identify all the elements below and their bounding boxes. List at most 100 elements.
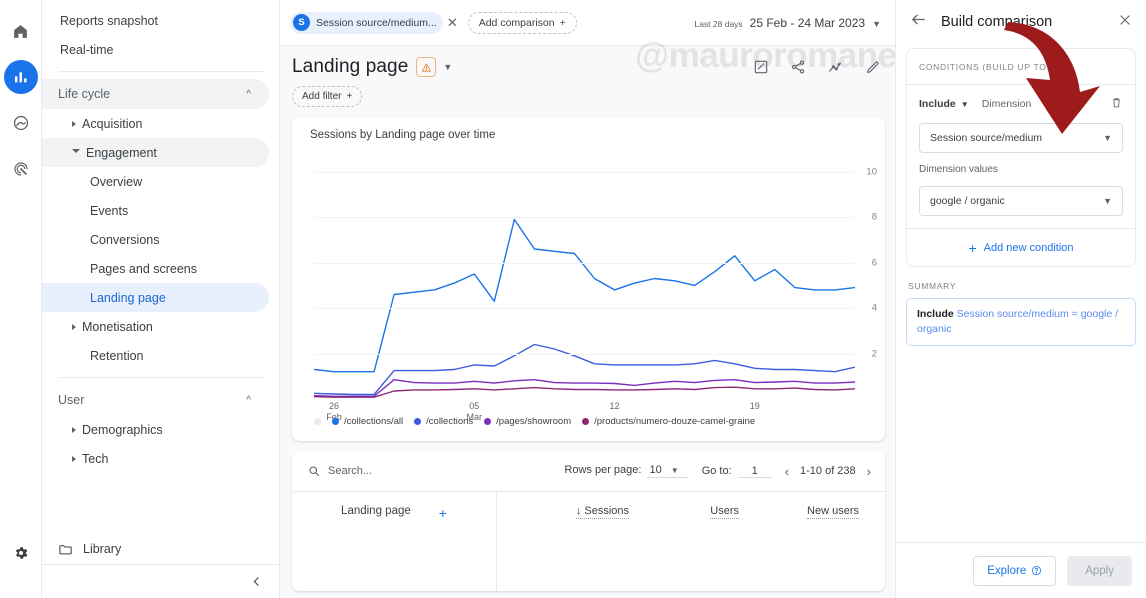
sidebar-item-reports-snapshot[interactable]: Reports snapshot (42, 6, 269, 35)
sidebar-group-label: User (58, 393, 85, 407)
collapse-navigation-button[interactable] (42, 564, 279, 598)
sidebar-item-events[interactable]: Events (42, 196, 269, 225)
table-column-avg-engagement-time[interactable]: Averag engagemen time pe sessio (859, 505, 885, 591)
add-comparison-label: Add comparison (478, 16, 555, 29)
warning-triangle-icon[interactable] (416, 57, 437, 77)
conditions-body: Include ▼ Dimension Session source/mediu… (907, 85, 1135, 228)
page-title-chevron-down-icon[interactable]: ▼ (443, 62, 452, 72)
legend-label: /pages/showroom (496, 416, 572, 427)
navigation-sidebar: Reports snapshot Real-time Life cycle ^ … (42, 0, 280, 598)
table-toolbar: Search... Rows per page: 10 ▼ Go to: 1 ‹… (292, 451, 885, 491)
chart-series-line (314, 220, 855, 372)
pager-controls: ‹ 1-10 of 238 › (785, 464, 871, 479)
summary-include-word: Include (917, 308, 954, 320)
add-dimension-icon[interactable]: + (439, 505, 447, 521)
summary-box: Include Session source/medium = google /… (906, 298, 1136, 346)
rows-per-page-value[interactable]: 10 ▼ (647, 464, 689, 478)
go-to-page[interactable]: Go to: 1 (702, 465, 772, 478)
table-column-users[interactable]: Users (629, 505, 739, 591)
add-filter-button[interactable]: Add filter + (292, 86, 363, 107)
dimension-values-label: Dimension values (919, 164, 998, 175)
sidebar-item-label: Monetisation (82, 319, 153, 334)
plus-icon: + (968, 239, 977, 256)
legend-item[interactable]: /collections (414, 416, 473, 427)
data-table-card: Search... Rows per page: 10 ▼ Go to: 1 ‹… (292, 451, 885, 591)
close-icon[interactable] (1118, 13, 1132, 31)
dimension-values-select[interactable]: google / organic ▼ (919, 186, 1123, 216)
table-column-new-users[interactable]: New users (739, 505, 859, 591)
sidebar-item-monetisation[interactable]: Monetisation (42, 312, 269, 341)
chevron-down-icon: ▼ (872, 18, 881, 29)
date-range-selector[interactable]: Last 28 days 25 Feb - 24 Mar 2023 ▼ (694, 16, 881, 30)
chart-x-tick-label: 12 (609, 401, 620, 411)
panel-footer: Explore Apply (896, 542, 1146, 598)
legend-item[interactable]: /collections/all (332, 416, 403, 427)
include-exclude-selector[interactable]: Include ▼ (919, 98, 969, 110)
advertising-icon[interactable] (4, 152, 38, 186)
line-chart[interactable]: 2 4 6 8 10 26 Feb 05 Mar 12 19 (314, 149, 877, 422)
chevron-down-icon: ▼ (960, 99, 969, 109)
chart-y-tick-label: 10 (866, 166, 877, 178)
date-range-preset: Last 28 days (694, 18, 743, 29)
chevron-up-icon: ^ (246, 88, 251, 100)
explore-button[interactable]: Explore (973, 555, 1057, 586)
sidebar-item-landing-page[interactable]: Landing page (42, 283, 269, 312)
search-input[interactable]: Search... (308, 465, 372, 477)
home-icon[interactable] (4, 14, 38, 48)
remove-comparison-icon[interactable]: ✕ (447, 15, 458, 31)
sidebar-item-overview[interactable]: Overview (42, 167, 269, 196)
folder-icon (59, 544, 72, 554)
comparison-avatar: S (293, 14, 310, 31)
sidebar-divider-2 (58, 377, 265, 378)
conditions-header: CONDITIONS (BUILD UP TO F (907, 49, 1135, 85)
trash-icon[interactable] (1110, 96, 1123, 112)
sidebar-item-demographics[interactable]: Demographics (42, 415, 269, 444)
panel-title: Build comparison (941, 14, 1053, 30)
report-actions (753, 59, 881, 76)
sidebar-item-engagement[interactable]: Engagement (42, 138, 269, 167)
sidebar-item-real-time[interactable]: Real-time (42, 35, 269, 64)
sidebar-item-pages-and-screens[interactable]: Pages and screens (42, 254, 269, 283)
share-icon[interactable] (790, 59, 806, 75)
explore-icon[interactable] (4, 106, 38, 140)
legend-item[interactable]: /pages/showroom (484, 416, 571, 427)
add-comparison-button[interactable]: Add comparison + (467, 11, 577, 34)
add-filter-label: Add filter (302, 91, 342, 102)
dimension-values-value: google / organic (930, 195, 1005, 207)
sidebar-group-label: Life cycle (58, 87, 111, 101)
sidebar-item-conversions[interactable]: Conversions (42, 225, 269, 254)
back-arrow-icon[interactable] (910, 11, 927, 33)
settings-gear-icon[interactable] (4, 536, 38, 570)
comparison-chip-label: Session source/medium... (316, 16, 437, 29)
sidebar-item-tech[interactable]: Tech (42, 444, 269, 473)
edit-icon[interactable] (865, 59, 881, 75)
sidebar-group-user[interactable]: User ^ (42, 385, 269, 415)
chart-y-tick-label: 6 (871, 257, 877, 269)
sidebar-item-retention[interactable]: Retention (42, 341, 269, 370)
sidebar-bottom: Library (42, 534, 279, 598)
sidebar-item-label: Events (90, 203, 129, 218)
insights-icon[interactable] (753, 59, 769, 75)
chevron-left-icon (253, 577, 259, 586)
chart-y-tick-label: 8 (871, 211, 877, 223)
apply-button[interactable]: Apply (1067, 555, 1132, 586)
chevron-right-icon (72, 323, 76, 330)
sidebar-item-acquisition[interactable]: Acquisition (42, 109, 269, 138)
sidebar-item-library[interactable]: Library (42, 534, 279, 564)
next-page-button[interactable]: › (867, 464, 871, 479)
sidebar-group-life-cycle[interactable]: Life cycle ^ (42, 79, 269, 109)
chart-legend: /collections/all/collections/pages/showr… (314, 416, 755, 427)
prev-page-button[interactable]: ‹ (785, 464, 789, 479)
sidebar-item-label: Reports snapshot (60, 13, 158, 28)
go-to-input[interactable]: 1 (737, 465, 772, 478)
add-new-condition-button[interactable]: + Add new condition (907, 228, 1135, 266)
pagination-range: 1-10 of 238 (800, 465, 856, 477)
rows-per-page[interactable]: Rows per page: 10 ▼ (564, 464, 689, 478)
table-column-landing-page[interactable]: Landing page + (292, 492, 497, 591)
dimension-select[interactable]: Session source/medium ▼ (919, 123, 1123, 153)
reports-icon[interactable] (3, 60, 38, 94)
table-column-sessions[interactable]: ↓ Sessions (497, 505, 629, 591)
comparison-chip[interactable]: S Session source/medium... (290, 11, 443, 34)
legend-item[interactable]: /products/numero-douze-camel-graine (582, 416, 755, 427)
compare-icon[interactable] (827, 59, 844, 76)
